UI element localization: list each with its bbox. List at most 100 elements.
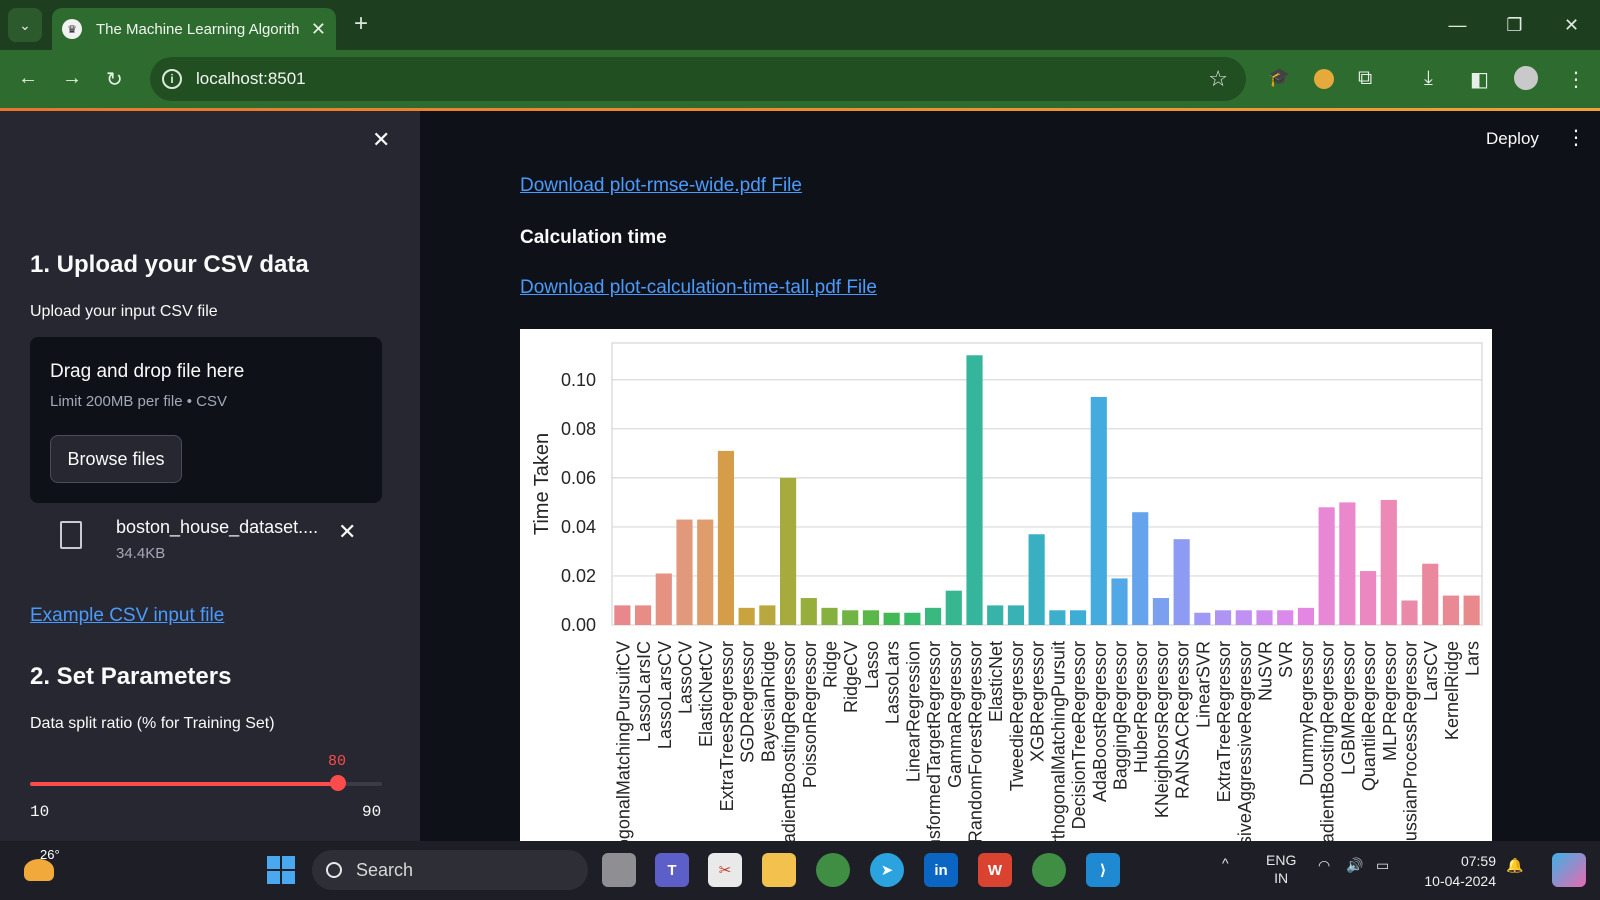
windows-taskbar: 26° Search T ✂ ➤ in W ⟩ ^ ENG IN ◠ 🔊 ▭ 0… bbox=[0, 841, 1600, 900]
x-tick-label: ElasticNetCV bbox=[696, 641, 716, 747]
taskbar-search[interactable]: Search bbox=[312, 850, 588, 890]
copilot-icon[interactable] bbox=[1552, 853, 1586, 887]
close-window-icon[interactable]: ✕ bbox=[1543, 0, 1600, 50]
slider-fill bbox=[30, 782, 338, 786]
bar-33 bbox=[1297, 607, 1315, 625]
reload-icon[interactable]: ↻ bbox=[106, 67, 123, 92]
volume-icon[interactable]: 🔊 bbox=[1346, 857, 1363, 874]
tab-search-button[interactable]: ⌄ bbox=[8, 8, 42, 42]
chrome-extension-icon[interactable] bbox=[1314, 69, 1334, 89]
bar-17 bbox=[966, 355, 983, 625]
telegram-icon[interactable]: ➤ bbox=[870, 853, 904, 887]
browse-files-button[interactable]: Browse files bbox=[50, 435, 182, 483]
browser-tab-active[interactable]: ♛ The Machine Learning Algorith ✕ bbox=[52, 8, 336, 50]
bar-39 bbox=[1422, 563, 1439, 625]
dropzone-limit: Limit 200MB per file • CSV bbox=[50, 393, 227, 410]
wifi-icon[interactable]: ◠ bbox=[1318, 857, 1330, 874]
app-menu-icon[interactable]: ⋮ bbox=[1566, 125, 1586, 150]
download-time-link[interactable]: Download plot-calculation-time-tall.pdf … bbox=[520, 277, 877, 299]
notification-bell-icon[interactable]: 🔔 bbox=[1506, 857, 1523, 874]
vscode-icon[interactable]: ⟩ bbox=[1086, 853, 1120, 887]
minimize-icon[interactable]: — bbox=[1429, 0, 1486, 50]
bar-20 bbox=[1028, 534, 1045, 625]
y-tick-label: 0.02 bbox=[561, 566, 596, 586]
file-explorer-icon[interactable] bbox=[762, 853, 796, 887]
x-tick-label: OrthogonalMatchingPursuitCV bbox=[613, 641, 633, 841]
bar-16 bbox=[945, 590, 962, 625]
address-bar[interactable]: i localhost:8501 ☆ bbox=[150, 57, 1246, 101]
back-icon[interactable]: ← bbox=[18, 67, 38, 90]
example-csv-link[interactable]: Example CSV input file bbox=[30, 605, 224, 627]
file-dropzone[interactable]: Drag and drop file here Limit 200MB per … bbox=[30, 337, 382, 503]
sidebar-close-icon[interactable]: ✕ bbox=[372, 127, 390, 153]
browser-tabbar: ⌄ ♛ The Machine Learning Algorith ✕ + — … bbox=[0, 0, 1600, 50]
window-controls: — ❐ ✕ bbox=[1429, 0, 1600, 50]
bar-25 bbox=[1132, 512, 1149, 625]
clock-time: 07:59 bbox=[1460, 853, 1496, 869]
x-tick-label: ExtraTreesRegressor bbox=[717, 641, 737, 811]
x-tick-label: LinearRegression bbox=[903, 641, 923, 782]
slider-thumb[interactable] bbox=[330, 775, 346, 791]
bar-18 bbox=[987, 605, 1004, 625]
bookmark-star-icon[interactable]: ☆ bbox=[1208, 66, 1228, 92]
x-tick-label: HuberRegressor bbox=[1131, 641, 1151, 773]
uploaded-file-size: 34.4KB bbox=[116, 545, 166, 562]
address-url[interactable]: localhost:8501 bbox=[196, 69, 306, 89]
chrome-profile-icon[interactable] bbox=[1032, 853, 1066, 887]
bar-32 bbox=[1277, 610, 1294, 625]
wps-office-icon[interactable]: W bbox=[978, 853, 1012, 887]
temperature-label: 26° bbox=[40, 847, 60, 862]
download-icon[interactable]: ⤓ bbox=[1424, 67, 1433, 90]
x-tick-label: KernelRidge bbox=[1442, 641, 1462, 740]
x-tick-label: BayesianRidge bbox=[758, 641, 778, 762]
x-tick-label: GradientBoostingRegressor bbox=[779, 641, 799, 841]
tab-close-icon[interactable]: ✕ bbox=[311, 19, 326, 40]
profile-avatar[interactable] bbox=[1514, 66, 1538, 90]
x-tick-label: BaggingRegressor bbox=[1111, 641, 1131, 790]
forward-icon[interactable]: → bbox=[62, 67, 82, 90]
bar-28 bbox=[1194, 612, 1211, 625]
x-tick-label: DecisionTreeRegressor bbox=[1069, 641, 1089, 829]
bar-31 bbox=[1256, 610, 1273, 625]
parameters-section-title: 2. Set Parameters bbox=[30, 663, 232, 690]
browser-menu-icon[interactable]: ⋮ bbox=[1566, 67, 1586, 92]
chrome-icon[interactable] bbox=[816, 853, 850, 887]
start-button[interactable] bbox=[264, 853, 298, 887]
x-tick-label: SVR bbox=[1276, 641, 1296, 678]
tray-overflow-icon[interactable]: ^ bbox=[1222, 855, 1229, 871]
bar-13 bbox=[883, 612, 900, 625]
extension-hat-icon[interactable]: 🎓 bbox=[1268, 67, 1290, 88]
bar-1 bbox=[634, 605, 652, 625]
y-axis-label: Time Taken bbox=[531, 433, 553, 535]
extensions-puzzle-icon[interactable]: ⧉ bbox=[1358, 67, 1372, 90]
restore-icon[interactable]: ❐ bbox=[1486, 0, 1543, 50]
bar-35 bbox=[1339, 502, 1356, 625]
x-tick-label: PassiveAggressiveRegressor bbox=[1235, 641, 1255, 841]
download-rmse-link[interactable]: Download plot-rmse-wide.pdf File bbox=[520, 175, 802, 197]
battery-icon[interactable]: ▭ bbox=[1376, 857, 1389, 874]
bar-11 bbox=[842, 610, 859, 625]
y-tick-label: 0.10 bbox=[561, 370, 596, 390]
deploy-button[interactable]: Deploy bbox=[1486, 129, 1539, 149]
site-info-icon[interactable]: i bbox=[162, 69, 182, 89]
task-view-icon[interactable] bbox=[602, 853, 636, 887]
teams-icon[interactable]: T bbox=[655, 853, 689, 887]
remove-file-icon[interactable]: ✕ bbox=[338, 519, 356, 545]
bar-23 bbox=[1090, 396, 1107, 625]
tab-title: The Machine Learning Algorith bbox=[96, 20, 300, 38]
x-tick-label: ElasticNet bbox=[986, 641, 1006, 722]
language-indicator[interactable]: ENG IN bbox=[1266, 851, 1296, 887]
side-panel-icon[interactable]: ◧ bbox=[1470, 67, 1489, 92]
bar-34 bbox=[1318, 507, 1335, 625]
new-tab-icon[interactable]: + bbox=[354, 10, 368, 38]
bar-21 bbox=[1049, 610, 1066, 625]
calculation-time-heading: Calculation time bbox=[520, 227, 667, 248]
bar-37 bbox=[1380, 499, 1397, 625]
x-tick-label: SGDRegressor bbox=[738, 641, 758, 763]
snipping-tool-icon[interactable]: ✂ bbox=[708, 853, 742, 887]
upload-label: Upload your input CSV file bbox=[30, 303, 218, 320]
main-content: Deploy ⋮ Download plot-rmse-wide.pdf Fil… bbox=[420, 111, 1600, 841]
system-clock[interactable]: 07:59 10-04-2024 bbox=[1412, 851, 1496, 891]
linkedin-icon[interactable]: in bbox=[924, 853, 958, 887]
bar-4 bbox=[697, 519, 714, 625]
